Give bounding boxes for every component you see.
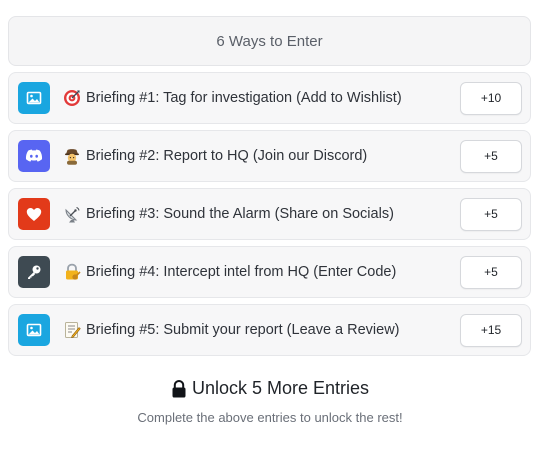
entry-methods-header: 6 Ways to Enter — [8, 16, 531, 66]
satellite-antenna-emoji — [62, 204, 82, 224]
image-icon — [18, 82, 50, 114]
key-icon — [18, 256, 50, 288]
discord-icon — [18, 140, 50, 172]
entry-row-code[interactable]: Briefing #4: Intercept intel from HQ (En… — [8, 246, 531, 298]
detective-emoji — [62, 146, 82, 166]
entry-row-share[interactable]: Briefing #3: Sound the Alarm (Share on S… — [8, 188, 531, 240]
target-emoji — [62, 88, 82, 108]
memo-emoji — [62, 320, 82, 340]
header-title: 6 Ways to Enter — [216, 32, 323, 50]
entry-label: Briefing #1: Tag for investigation (Add … — [86, 90, 402, 106]
entry-row-review[interactable]: Briefing #5: Submit your report (Leave a… — [8, 304, 531, 356]
locked-with-key-emoji — [62, 262, 82, 282]
entry-row-discord[interactable]: Briefing #2: Report to HQ (Join our Disc… — [8, 130, 531, 182]
entry-label: Briefing #5: Submit your report (Leave a… — [86, 322, 400, 338]
unlock-title: Unlock 5 More Entries — [191, 378, 370, 398]
entry-row-wishlist[interactable]: Briefing #1: Tag for investigation (Add … — [8, 72, 531, 124]
unlock-heading: Unlock 5 More Entries — [0, 378, 540, 399]
points-button[interactable]: +5 — [460, 139, 522, 173]
lock-icon — [171, 379, 187, 398]
points-button[interactable]: +5 — [460, 197, 522, 231]
entry-label: Briefing #4: Intercept intel from HQ (En… — [86, 264, 397, 280]
points-button[interactable]: +5 — [460, 255, 522, 289]
entry-label: Briefing #3: Sound the Alarm (Share on S… — [86, 206, 394, 222]
unlock-subtext: Complete the above entries to unlock the… — [137, 410, 403, 425]
entry-label: Briefing #2: Report to HQ (Join our Disc… — [86, 148, 368, 164]
image-icon — [18, 314, 50, 346]
points-button[interactable]: +10 — [460, 81, 522, 115]
heart-icon — [18, 198, 50, 230]
points-button[interactable]: +15 — [460, 313, 522, 347]
